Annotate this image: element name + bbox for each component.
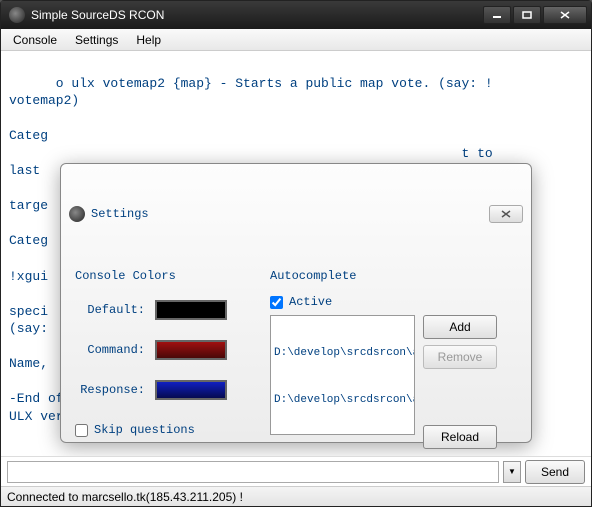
titlebar[interactable]: Simple SourceDS RCON xyxy=(1,1,591,29)
command-color-label: Command: xyxy=(75,342,145,358)
minimize-button[interactable] xyxy=(483,6,511,24)
dialog-app-icon xyxy=(69,206,85,222)
reload-button[interactable]: Reload xyxy=(423,425,497,449)
console-colors-label: Console Colors xyxy=(75,268,260,284)
skip-questions-checkbox[interactable]: Skip questions xyxy=(75,422,260,438)
maximize-button[interactable] xyxy=(513,6,541,24)
add-button[interactable]: Add xyxy=(423,315,497,339)
dialog-titlebar[interactable]: Settings xyxy=(61,199,531,229)
settings-dialog: Settings Console Colors Default: Command… xyxy=(60,163,532,443)
window-title: Simple SourceDS RCON xyxy=(31,8,483,22)
history-dropdown-button[interactable]: ▼ xyxy=(503,461,521,483)
status-text: Connected to marcsello.tk(185.43.211.205… xyxy=(7,490,243,504)
dialog-title: Settings xyxy=(91,206,489,222)
menu-settings[interactable]: Settings xyxy=(67,31,126,49)
command-input[interactable] xyxy=(7,461,499,483)
default-color-swatch[interactable] xyxy=(155,300,227,320)
menubar: Console Settings Help xyxy=(1,29,591,51)
response-color-swatch[interactable] xyxy=(155,380,227,400)
command-input-row: ▼ Send xyxy=(1,456,591,486)
default-color-label: Default: xyxy=(75,302,145,318)
close-button[interactable] xyxy=(543,6,587,24)
console-output: o ulx votemap2 {map} - Starts a public m… xyxy=(1,51,591,456)
active-checkbox[interactable]: Active xyxy=(270,294,517,310)
remove-button[interactable]: Remove xyxy=(423,345,497,369)
list-item[interactable]: D:\develop\srcdsrcon\aut xyxy=(271,392,414,409)
autocomplete-listbox[interactable]: D:\develop\srcdsrcon\aut D:\develop\srcd… xyxy=(270,315,415,435)
autocomplete-label: Autocomplete xyxy=(270,268,517,284)
skip-questions-input[interactable] xyxy=(75,424,88,437)
list-item[interactable]: D:\develop\srcdsrcon\aut xyxy=(271,345,414,362)
command-color-swatch[interactable] xyxy=(155,340,227,360)
dialog-close-button[interactable] xyxy=(489,205,523,223)
main-window: Simple SourceDS RCON Console Settings He… xyxy=(0,0,592,507)
send-button[interactable]: Send xyxy=(525,460,585,484)
app-icon xyxy=(9,7,25,23)
menu-console[interactable]: Console xyxy=(5,31,65,49)
menu-help[interactable]: Help xyxy=(128,31,169,49)
statusbar: Connected to marcsello.tk(185.43.211.205… xyxy=(1,486,591,506)
response-color-label: Response: xyxy=(75,382,145,398)
active-input[interactable] xyxy=(270,296,283,309)
